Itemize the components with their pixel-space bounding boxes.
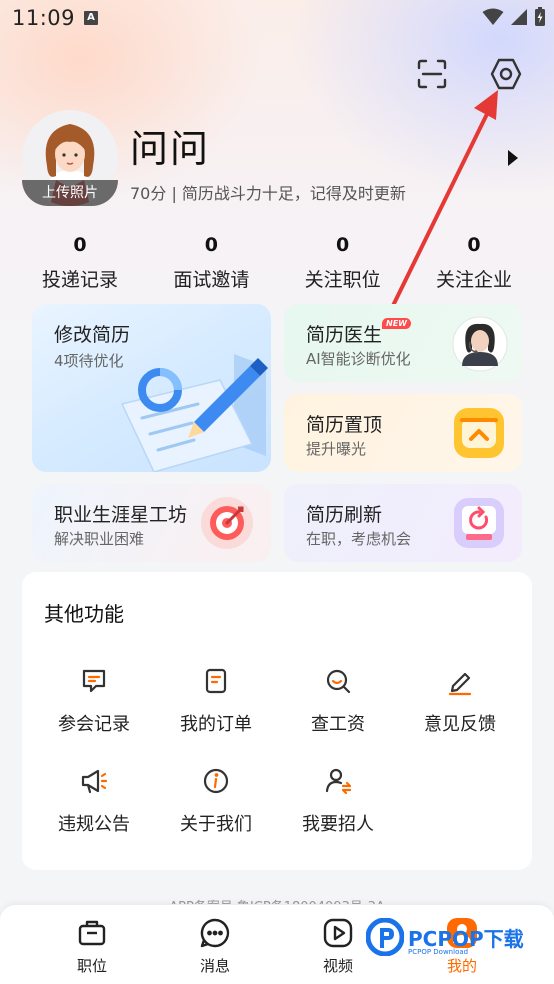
chat-list-icon [34, 664, 154, 698]
stat-delivery[interactable]: 0 投递记录 [28, 234, 132, 292]
stat-followed-jobs[interactable]: 0 关注职位 [291, 234, 395, 292]
card-subtitle: 提升曝光 [306, 440, 367, 458]
battery-icon [535, 7, 545, 26]
feature-meeting-records[interactable]: 参会记录 [34, 664, 154, 736]
stats-row: 0 投递记录 0 面试邀请 0 关注职位 0 关注企业 [0, 234, 554, 292]
recruit-icon [278, 764, 398, 798]
feature-feedback[interactable]: 意见反馈 [400, 664, 520, 736]
message-icon [175, 915, 255, 951]
stat-followed-companies[interactable]: 0 关注企业 [422, 234, 526, 292]
stat-interview[interactable]: 0 面试邀请 [159, 234, 263, 292]
nav-jobs[interactable]: 职位 [52, 915, 132, 976]
annotation-arrow [382, 90, 498, 326]
feature-my-orders[interactable]: 我的订单 [156, 664, 276, 736]
new-badge: NEW [382, 318, 411, 329]
feature-about-us[interactable]: 关于我们 [156, 764, 276, 836]
feature-label: 我的订单 [180, 714, 252, 735]
feature-label: 关于我们 [180, 814, 252, 835]
card-title: 简历刷新 [306, 504, 383, 526]
pcpop-logo-icon [366, 918, 404, 956]
feature-label: 参会记录 [58, 714, 130, 735]
refresh-icon [454, 498, 504, 548]
section-title: 其他功能 [44, 602, 124, 626]
stat-value: 0 [467, 234, 481, 256]
notification-icon: A [84, 11, 98, 25]
status-icons [482, 6, 546, 28]
stat-value: 0 [73, 234, 87, 256]
salary-search-icon [278, 664, 398, 698]
card-resume-refresh[interactable]: 简历刷新 在职，考虑机会 [284, 484, 522, 562]
megaphone-icon [34, 764, 154, 798]
card-resume-top[interactable]: 简历置顶 提升曝光 [284, 394, 522, 472]
pen-icon [400, 664, 520, 698]
stat-label: 面试邀请 [173, 269, 250, 291]
card-title: 简历医生 [306, 324, 383, 346]
stat-label: 关注企业 [435, 269, 512, 291]
feature-label: 查工资 [311, 714, 365, 735]
nav-label: 消息 [199, 957, 230, 975]
card-edit-resume[interactable]: 修改简历 4项待优化 [32, 304, 271, 472]
signal-icon [511, 9, 527, 25]
card-subtitle: AI智能诊断优化 [306, 350, 411, 368]
target-icon [201, 497, 253, 549]
user-name: 问问 [130, 127, 211, 171]
card-title: 简历置顶 [306, 414, 383, 436]
upload-photo-label[interactable]: 上传照片 [22, 180, 118, 206]
stat-label: 投递记录 [41, 269, 118, 291]
card-subtitle: 在职，考虑机会 [306, 530, 412, 548]
feature-label: 违规公告 [58, 814, 130, 835]
ai-assistant-avatar-icon [452, 316, 508, 372]
info-icon [156, 764, 276, 798]
stat-value: 0 [336, 234, 350, 256]
pin-top-icon [454, 408, 504, 458]
resume-score-text: 70分 | 简历战斗力十足，记得及时更新 [130, 184, 406, 203]
watermark-subtext: PCPOP Download [408, 948, 469, 956]
feature-recruit[interactable]: 我要招人 [278, 764, 398, 836]
profile-arrow-icon[interactable] [508, 150, 518, 166]
watermark: PCPOP下载 PCPOP Download [366, 914, 546, 960]
feature-label: 我要招人 [302, 814, 374, 835]
wifi-icon [482, 8, 504, 25]
briefcase-icon [52, 915, 132, 951]
other-features-panel: 其他功能 参会记录 我的订单 查工资 意见反馈 违规公告 关于我们 我要招人 [22, 572, 532, 870]
nav-label: 职位 [76, 957, 107, 975]
order-icon [156, 664, 276, 698]
card-career-workshop[interactable]: 职业生涯星工坊 解决职业困难 [32, 484, 271, 562]
card-subtitle: 解决职业困难 [54, 530, 145, 548]
stat-value: 0 [204, 234, 218, 256]
card-title: 职业生涯星工坊 [54, 504, 188, 526]
stat-label: 关注职位 [304, 269, 381, 291]
feature-violation-notice[interactable]: 违规公告 [34, 764, 154, 836]
status-time: 11:09 [12, 6, 76, 30]
nav-messages[interactable]: 消息 [175, 915, 255, 976]
feature-check-salary[interactable]: 查工资 [278, 664, 398, 736]
feature-label: 意见反馈 [424, 714, 496, 735]
card-resume-doctor[interactable]: 简历医生 NEW AI智能诊断优化 [284, 304, 522, 382]
resume-edit-illustration [120, 354, 268, 472]
